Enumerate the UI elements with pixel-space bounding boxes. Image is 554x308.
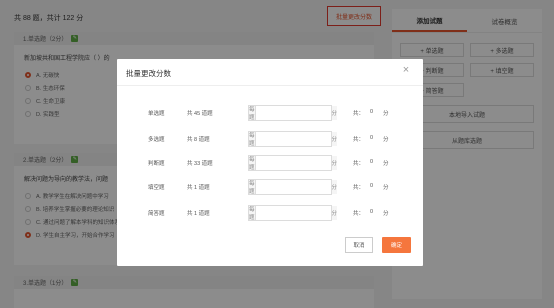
score-input-group: 每题 分	[248, 105, 338, 121]
input-suffix: 分	[330, 206, 338, 220]
question-type-label: 判断题	[148, 161, 165, 167]
question-count: 共 1 道题	[187, 211, 210, 217]
score-input-group: 每题 分	[248, 205, 338, 221]
total-label: 共：	[353, 111, 365, 117]
score-input-group: 每题 分	[248, 155, 338, 171]
close-icon[interactable]: ×	[400, 64, 412, 76]
total-unit: 分	[383, 185, 389, 191]
score-input-group: 每题 分	[248, 179, 338, 195]
score-per-question-input[interactable]	[255, 156, 331, 170]
modal-title: 批量更改分数	[126, 69, 171, 78]
question-count: 共 45 道题	[187, 111, 213, 117]
question-type-label: 简答题	[148, 211, 165, 217]
score-row-short-answer: 简答题 共 1 道题 每题 分 共： 0 分	[117, 205, 423, 221]
question-count: 共 33 道题	[187, 161, 213, 167]
question-type-label: 单选题	[148, 111, 165, 117]
total-unit: 分	[383, 211, 389, 217]
total-score: 0	[370, 135, 374, 141]
input-suffix: 分	[330, 132, 338, 146]
cancel-button[interactable]: 取消	[345, 237, 373, 253]
total-score: 0	[370, 209, 374, 215]
modal-divider	[117, 85, 423, 86]
total-label: 共：	[353, 211, 365, 217]
score-per-question-input[interactable]	[255, 180, 331, 194]
score-row-fill-blank: 填空题 共 1 道题 每题 分 共： 0 分	[117, 179, 423, 195]
total-unit: 分	[383, 111, 389, 117]
input-suffix: 分	[330, 180, 338, 194]
total-label: 共：	[353, 161, 365, 167]
score-row-single-choice: 单选题 共 45 道题 每题 分 共： 0 分	[117, 105, 423, 121]
question-count: 共 8 道题	[187, 137, 210, 143]
score-per-question-input[interactable]	[255, 206, 331, 220]
confirm-button[interactable]: 确定	[382, 237, 411, 253]
batch-score-modal: 批量更改分数 × 单选题 共 45 道题 每题 分 共： 0 分 多选题 共 8…	[117, 59, 423, 266]
total-score: 0	[370, 109, 374, 115]
input-suffix: 分	[330, 156, 338, 170]
question-type-label: 填空题	[148, 185, 165, 191]
input-suffix: 分	[330, 106, 338, 120]
question-type-label: 多选题	[148, 137, 165, 143]
score-per-question-input[interactable]	[255, 106, 331, 120]
total-score: 0	[370, 159, 374, 165]
question-count: 共 1 道题	[187, 185, 210, 191]
score-row-true-false: 判断题 共 33 道题 每题 分 共： 0 分	[117, 155, 423, 171]
score-input-group: 每题 分	[248, 131, 338, 147]
total-unit: 分	[383, 137, 389, 143]
total-label: 共：	[353, 185, 365, 191]
total-label: 共：	[353, 137, 365, 143]
total-score: 0	[370, 183, 374, 189]
score-per-question-input[interactable]	[255, 132, 331, 146]
total-unit: 分	[383, 161, 389, 167]
score-row-multi-choice: 多选题 共 8 道题 每题 分 共： 0 分	[117, 131, 423, 147]
